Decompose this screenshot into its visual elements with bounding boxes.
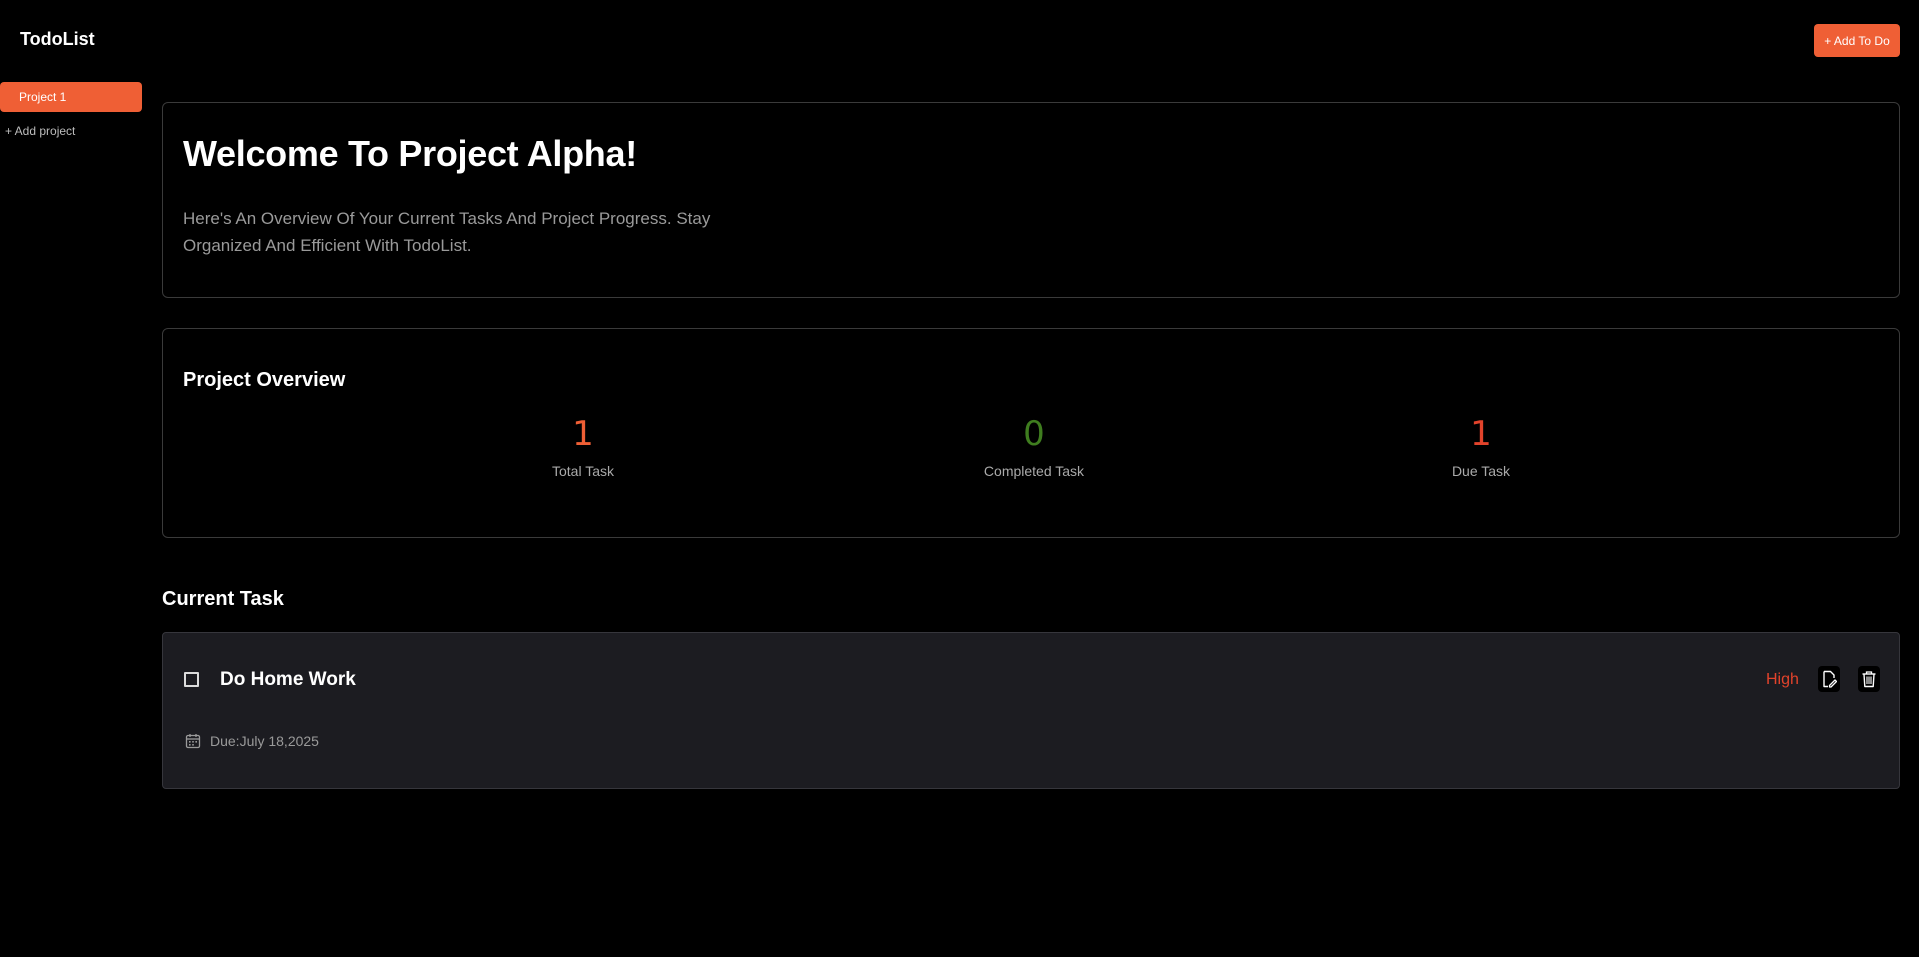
total-task-label: Total Task — [552, 463, 614, 479]
completed-task-count: 0 — [1023, 414, 1045, 454]
task-due-date: Due:July 18,2025 — [185, 733, 319, 749]
sidebar-item-label: Project 1 — [19, 90, 67, 104]
current-task-heading: Current Task — [162, 588, 284, 610]
task-title: Do Home Work — [220, 669, 356, 690]
due-task-stat: 1 Due Task — [1381, 417, 1581, 479]
welcome-subtitle: Here's An Overview Of Your Current Tasks… — [183, 209, 711, 255]
welcome-card: Welcome To Project Alpha! Here's An Over… — [162, 102, 1900, 298]
task-card: Do Home Work High Due:July 18,2025 — [162, 632, 1900, 789]
completed-task-label: Completed Task — [983, 463, 1085, 479]
add-project-link[interactable]: + Add project — [5, 124, 75, 138]
total-task-stat: 1 Total Task — [483, 417, 683, 479]
task-complete-checkbox[interactable] — [184, 672, 199, 687]
edit-icon — [1823, 670, 1837, 688]
welcome-title: Welcome To Project Alpha! — [183, 133, 637, 174]
completed-task-stat: 0 Completed Task — [934, 417, 1134, 479]
add-todo-button[interactable]: + Add To Do — [1814, 24, 1900, 57]
project-overview-title: Project Overview — [183, 369, 346, 391]
project-overview-card: Project Overview 1 Total Task 0 Complete… — [162, 328, 1900, 538]
trash-icon — [1862, 671, 1876, 688]
delete-task-button[interactable] — [1858, 666, 1880, 692]
app-title: TodoList — [20, 29, 95, 49]
calendar-icon — [185, 734, 201, 749]
total-task-count: 1 — [572, 414, 594, 454]
edit-task-button[interactable] — [1818, 666, 1840, 692]
due-task-count: 1 — [1470, 414, 1492, 454]
due-task-label: Due Task — [1451, 463, 1511, 479]
due-date-text: Due:July 18,2025 — [210, 733, 319, 749]
task-priority-badge: High — [1766, 671, 1799, 688]
sidebar-item-project-1[interactable]: Project 1 — [0, 82, 142, 112]
